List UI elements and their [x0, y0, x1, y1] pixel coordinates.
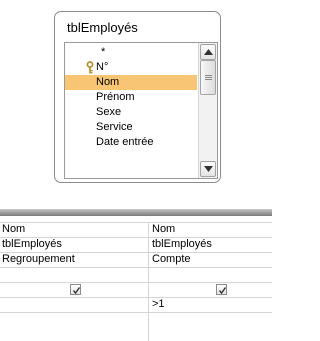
- field-list-scrollbar[interactable]: [198, 43, 217, 178]
- show-checkbox-2[interactable]: [216, 284, 227, 295]
- scroll-down-button[interactable]: [200, 161, 216, 177]
- field-label: Nom: [96, 76, 120, 88]
- grid-cell-sort-2[interactable]: [150, 267, 272, 282]
- thumb-grip: [205, 77, 212, 78]
- grid-cell-criteria-1[interactable]: [0, 297, 148, 312]
- field-label: N°: [96, 61, 109, 73]
- grid-cell-field-1[interactable]: Nom: [0, 222, 148, 237]
- field-item-service[interactable]: Service: [65, 120, 197, 135]
- grid-cell-table-1[interactable]: tblEmployés: [0, 237, 148, 252]
- query-design-grid[interactable]: Nom Nom tblEmployés tblEmployés Regroupe…: [0, 222, 272, 341]
- field-item-sexe[interactable]: Sexe: [65, 105, 197, 120]
- field-label: Service: [96, 121, 133, 133]
- scroll-up-button[interactable]: [200, 44, 216, 60]
- field-label: Sexe: [96, 106, 122, 118]
- field-item-all[interactable]: *: [65, 45, 197, 60]
- query-design-pane[interactable]: tblEmployés * N° Nom Prénom Sexe Service…: [0, 0, 272, 190]
- field-item-nom[interactable]: Nom: [65, 75, 197, 90]
- thumb-grip: [205, 79, 212, 80]
- field-list[interactable]: * N° Nom Prénom Sexe Service Date entrée: [64, 42, 218, 179]
- grid-cell-total-2[interactable]: Compte: [150, 252, 272, 267]
- thumb-grip: [205, 75, 212, 76]
- grid-cell-table-2[interactable]: tblEmployés: [150, 237, 272, 252]
- show-checkbox-1[interactable]: [70, 284, 81, 295]
- arrow-down-icon: [204, 166, 213, 172]
- pane-splitter[interactable]: [0, 209, 272, 216]
- field-item-prenom[interactable]: Prénom: [65, 90, 197, 105]
- field-label: Date entrée: [96, 136, 154, 148]
- primary-key-icon: [86, 61, 94, 74]
- field-item-date-entree[interactable]: Date entrée: [65, 135, 197, 150]
- field-item-id[interactable]: N°: [65, 60, 197, 75]
- grid-cell-sort-1[interactable]: [0, 267, 148, 282]
- scroll-thumb[interactable]: [200, 60, 216, 95]
- grid-column-divider: [148, 222, 149, 341]
- grid-cell-total-1[interactable]: Regroupement: [0, 252, 148, 267]
- table-title[interactable]: tblEmployés: [67, 20, 138, 35]
- field-label: Prénom: [96, 91, 135, 103]
- grid-line: [0, 312, 272, 313]
- grid-cell-criteria-2[interactable]: >1: [150, 297, 272, 312]
- grid-line: [0, 282, 272, 283]
- table-field-list-window[interactable]: tblEmployés * N° Nom Prénom Sexe Service…: [54, 11, 221, 183]
- field-label: *: [101, 46, 106, 58]
- checkmark-icon: [218, 287, 227, 295]
- arrow-up-icon: [204, 49, 213, 55]
- grid-cell-field-2[interactable]: Nom: [150, 222, 272, 237]
- checkmark-icon: [72, 287, 81, 295]
